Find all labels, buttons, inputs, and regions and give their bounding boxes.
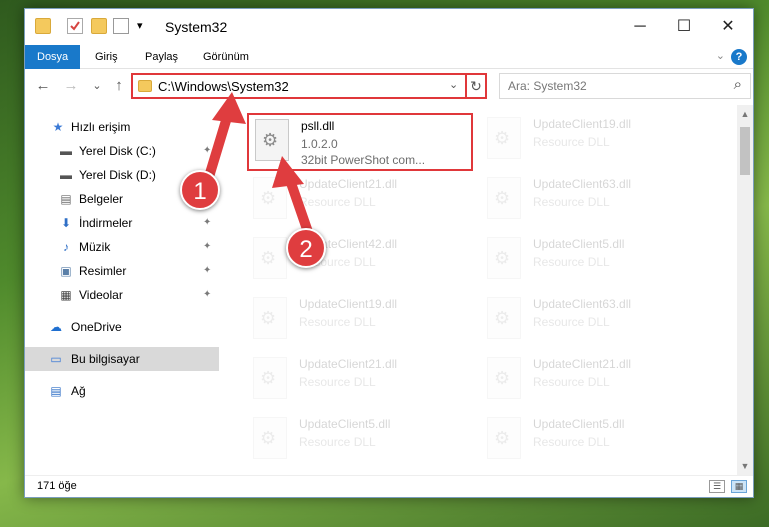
annotation-arrow-2 <box>272 156 313 237</box>
annotation-arrows <box>203 92 313 237</box>
annotation-arrow-1 <box>203 92 246 185</box>
annotation-step-2-badge: 2 <box>286 228 326 268</box>
annotation-step-1-badge: 1 <box>180 170 220 210</box>
